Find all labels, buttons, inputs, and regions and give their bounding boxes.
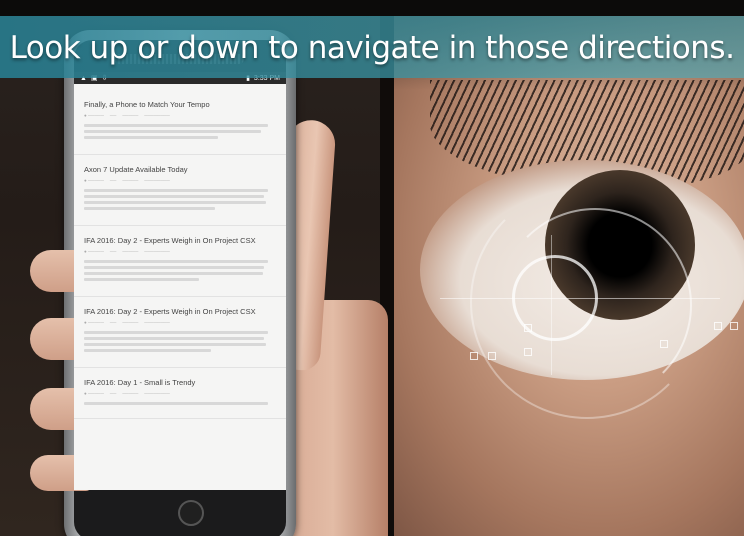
hud-marker	[524, 324, 532, 332]
post-meta: ● ───── ── ───── ────────	[84, 391, 170, 396]
hud-marker	[524, 348, 532, 356]
post-title[interactable]: Axon 7 Update Available Today	[84, 165, 276, 174]
post-card[interactable]: IFA 2016: Day 1 - Small is Trendy ● ────…	[74, 368, 286, 419]
frame-top-border	[0, 0, 744, 16]
video-frame: ▲ ▣ ⇩ ▮ 3:33 PM Finally, a Phone to Matc…	[0, 0, 744, 536]
post-title[interactable]: IFA 2016: Day 2 - Experts Weigh in On Pr…	[84, 236, 276, 245]
post-meta: ● ───── ── ───── ────────	[84, 113, 170, 118]
hud-marker	[660, 340, 668, 348]
hud-marker	[488, 352, 496, 360]
hud-marker	[470, 352, 478, 360]
phone-screen: ▲ ▣ ⇩ ▮ 3:33 PM Finally, a Phone to Matc…	[74, 72, 286, 490]
post-card[interactable]: IFA 2016: Day 2 - Experts Weigh in On Pr…	[74, 297, 286, 368]
hud-marker	[730, 322, 738, 330]
post-meta: ● ───── ── ───── ────────	[84, 249, 170, 254]
hud-crosshair-horizontal	[440, 298, 720, 299]
post-card[interactable]: IFA 2016: Day 2 - Experts Weigh in On Pr…	[74, 226, 286, 297]
post-card[interactable]: Axon 7 Update Available Today ● ───── ── ─…	[74, 155, 286, 226]
post-title[interactable]: IFA 2016: Day 1 - Small is Trendy	[84, 378, 276, 387]
post-card[interactable]: Finally, a Phone to Match Your Tempo ● ─…	[74, 90, 286, 155]
post-title[interactable]: IFA 2016: Day 2 - Experts Weigh in On Pr…	[84, 307, 276, 316]
post-meta: ● ───── ── ───── ────────	[84, 178, 170, 183]
home-button[interactable]	[178, 500, 204, 526]
caption-headline: Look up or down to navigate in those dir…	[9, 30, 735, 66]
hud-marker	[714, 322, 722, 330]
hud-crosshair-vertical	[551, 235, 552, 375]
post-meta: ● ───── ── ───── ────────	[84, 320, 170, 325]
post-title[interactable]: Finally, a Phone to Match Your Tempo	[84, 100, 276, 109]
